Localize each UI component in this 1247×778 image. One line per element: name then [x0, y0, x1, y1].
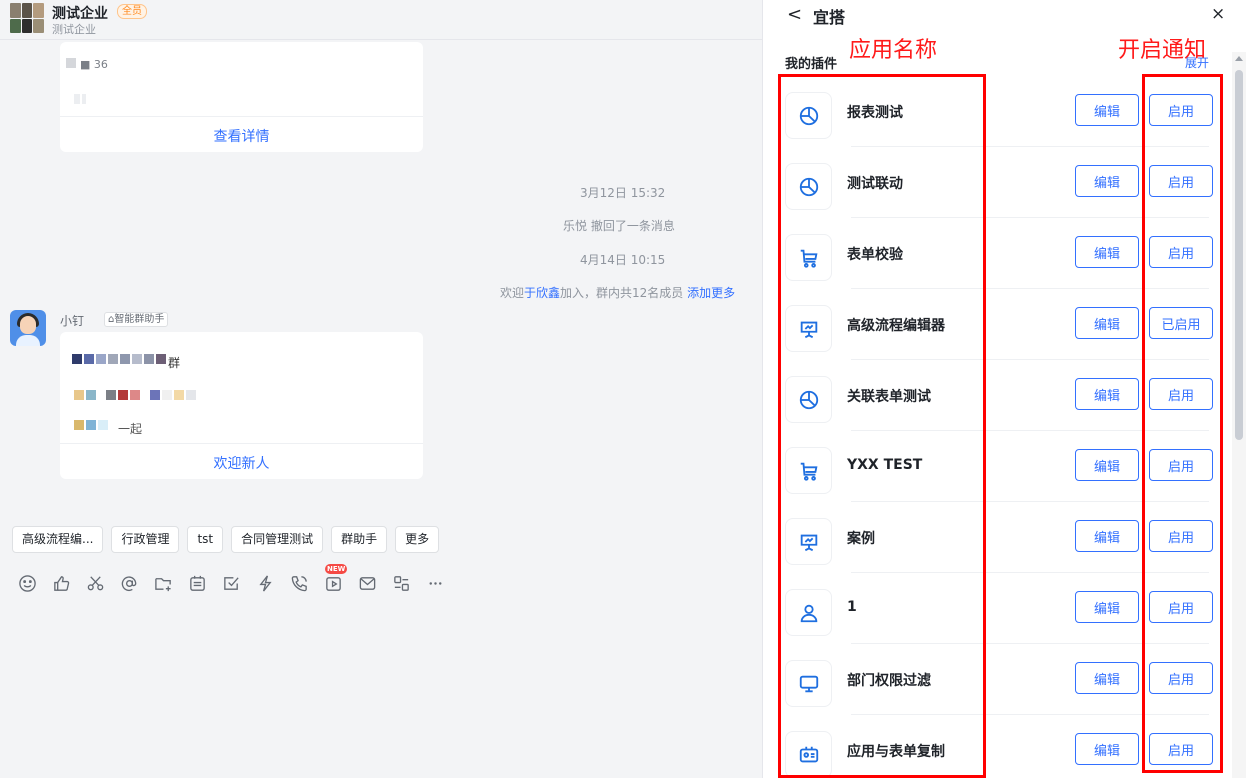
- add-folder-icon[interactable]: [152, 572, 174, 594]
- annotation-box-enable: [1142, 74, 1223, 773]
- scrollbar[interactable]: [1232, 52, 1246, 778]
- chat-area: 测试企业 全员 测试企业 ■ 36 查看详情 3月12日 15:32 乐悦 撤回…: [0, 0, 762, 778]
- view-details-link[interactable]: 查看详情: [60, 126, 423, 146]
- at-icon[interactable]: [118, 572, 140, 594]
- blurred-text: 一起: [74, 420, 142, 437]
- recall-notice: 乐悦 撤回了一条消息: [563, 219, 675, 233]
- chat-header: 测试企业 全员 测试企业: [0, 0, 762, 40]
- edit-button[interactable]: 编辑: [1075, 520, 1139, 552]
- sender-name: 小钉: [60, 314, 85, 328]
- panel-title: 宜搭: [813, 8, 846, 27]
- avatar[interactable]: [10, 310, 46, 346]
- quick-action-button[interactable]: 更多: [395, 526, 440, 553]
- quick-action-bar: 高级流程编... 行政管理 tst 合同管理测试 群助手 更多: [12, 526, 440, 553]
- edit-button[interactable]: 编辑: [1075, 733, 1139, 765]
- quick-action-button[interactable]: 高级流程编...: [12, 526, 104, 553]
- message-card: 群 一起 欢迎新人: [60, 332, 423, 479]
- group-avatar[interactable]: [10, 3, 44, 33]
- close-icon[interactable]: ×: [1211, 4, 1225, 24]
- blurred-text: [74, 94, 86, 104]
- quick-action-button[interactable]: 行政管理: [111, 526, 180, 553]
- welcome-new-link[interactable]: 欢迎新人: [60, 453, 423, 473]
- edit-button[interactable]: 编辑: [1075, 236, 1139, 268]
- more-icon[interactable]: [424, 572, 446, 594]
- blurred-text: [74, 390, 196, 400]
- expand-link[interactable]: 展开: [1185, 54, 1209, 71]
- add-more-link[interactable]: 添加更多: [687, 286, 735, 300]
- message-card: ■ 36 查看详情: [60, 42, 423, 152]
- checkbox-icon[interactable]: [220, 572, 242, 594]
- group-subtitle: 测试企业: [52, 23, 96, 36]
- quick-action-button[interactable]: 合同管理测试: [231, 526, 324, 553]
- edit-button[interactable]: 编辑: [1075, 591, 1139, 623]
- section-title: 我的插件: [785, 57, 838, 72]
- scrollbar-thumb[interactable]: [1235, 70, 1243, 440]
- group-name[interactable]: 测试企业: [52, 3, 108, 23]
- welcome-notice: 欢迎于欣鑫加入，群内共12名成员 添加更多: [500, 286, 736, 300]
- video-icon[interactable]: NEW: [322, 564, 348, 594]
- welcome-user-link[interactable]: 于欣鑫: [524, 286, 560, 300]
- bot-tag: ⌂智能群助手: [104, 312, 169, 327]
- new-badge: NEW: [325, 564, 348, 574]
- edit-button[interactable]: 编辑: [1075, 165, 1139, 197]
- blurred-text: ■ 36: [66, 58, 108, 71]
- thumbs-up-icon[interactable]: [50, 572, 72, 594]
- edit-button[interactable]: 编辑: [1075, 378, 1139, 410]
- timestamp: 4月14日 10:15: [580, 253, 666, 267]
- layout-icon[interactable]: [390, 572, 412, 594]
- blurred-text: 群: [72, 354, 180, 371]
- annotation-app-name: 应用名称: [849, 38, 938, 63]
- member-badge: 全员: [117, 4, 147, 19]
- plugin-panel: < 宜搭 × 应用名称 开启通知 我的插件 展开 报表测试 编辑 启用 测试联动 编辑启…: [762, 0, 1247, 778]
- lightning-icon[interactable]: [254, 572, 276, 594]
- quick-action-button[interactable]: tst: [187, 526, 224, 553]
- edit-button[interactable]: 编辑: [1075, 449, 1139, 481]
- edit-button[interactable]: 编辑: [1075, 307, 1139, 339]
- quick-action-button[interactable]: 群助手: [331, 526, 388, 553]
- annotation-box-names: [778, 74, 986, 778]
- calendar-icon[interactable]: [186, 572, 208, 594]
- scissors-icon[interactable]: [84, 572, 106, 594]
- phone-icon[interactable]: [288, 572, 310, 594]
- timestamp: 3月12日 15:32: [580, 186, 666, 200]
- emoji-icon[interactable]: [16, 572, 38, 594]
- back-icon[interactable]: <: [787, 4, 802, 25]
- edit-button[interactable]: 编辑: [1075, 94, 1139, 126]
- mail-icon[interactable]: [356, 572, 378, 594]
- input-toolbar: NEW: [16, 564, 446, 594]
- edit-button[interactable]: 编辑: [1075, 662, 1139, 694]
